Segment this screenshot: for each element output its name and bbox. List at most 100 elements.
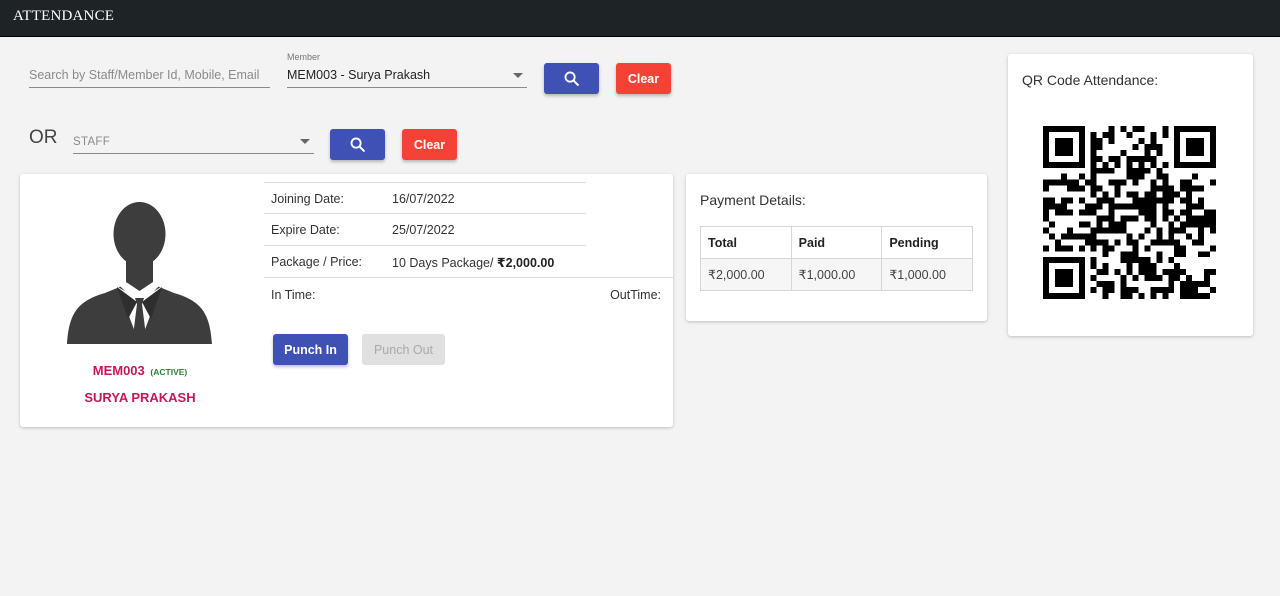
- joining-date-row: Joining Date: 16/07/2022: [264, 182, 586, 214]
- qr-module: [1132, 257, 1139, 264]
- qr-module: [1144, 263, 1151, 270]
- qr-module: [1156, 227, 1163, 234]
- member-select-value: MEM003 - Surya Prakash: [287, 68, 431, 82]
- qr-module: [1120, 221, 1127, 228]
- qr-module: [1132, 245, 1139, 252]
- status-badge: (ACTIVE): [150, 367, 188, 377]
- search-input[interactable]: Search by Staff/Member Id, Mobile, Email: [29, 64, 270, 88]
- qr-module: [1120, 227, 1127, 234]
- paid-header: Paid: [790, 226, 883, 259]
- qr-module: [1138, 203, 1145, 210]
- punch-out-button[interactable]: Punch Out: [362, 334, 445, 365]
- qr-module: [1210, 161, 1216, 168]
- qr-module: [1150, 263, 1157, 270]
- qr-module: [1043, 257, 1049, 264]
- qr-module: [1150, 143, 1157, 150]
- member-search-button[interactable]: [544, 63, 599, 94]
- qr-module: [1120, 287, 1127, 294]
- qr-module: [1108, 203, 1115, 210]
- qr-module: [1186, 126, 1193, 132]
- qr-module: [1096, 203, 1103, 210]
- qr-module: [1198, 143, 1205, 150]
- payment-table: Total Paid Pending ₹2,000.00 ₹1,000.00 ₹…: [700, 226, 973, 291]
- qr-module: [1156, 287, 1163, 294]
- qr-module: [1150, 293, 1157, 299]
- qr-module: [1043, 197, 1049, 204]
- qr-module: [1198, 239, 1205, 246]
- qr-module: [1168, 269, 1175, 276]
- qr-module: [1054, 269, 1061, 276]
- qr-module: [1174, 137, 1181, 144]
- qr-module: [1066, 245, 1073, 252]
- qr-module: [1126, 269, 1133, 276]
- qr-module: [1078, 161, 1085, 168]
- qr-module: [1174, 126, 1181, 132]
- qr-module: [1102, 263, 1109, 270]
- qr-module: [1102, 191, 1109, 198]
- punch-in-button[interactable]: Punch In: [273, 334, 348, 365]
- qr-module: [1180, 269, 1187, 276]
- qr-module: [1210, 227, 1216, 234]
- member-select[interactable]: Member MEM003 - Surya Prakash: [287, 52, 527, 88]
- payment-header-row: Total Paid Pending: [700, 226, 973, 259]
- page-title: ATTENDANCE: [13, 8, 115, 24]
- staff-search-button[interactable]: [330, 129, 385, 160]
- qr-module: [1096, 197, 1103, 204]
- qr-module: [1054, 137, 1061, 144]
- qr-module: [1114, 221, 1121, 228]
- qr-module: [1186, 179, 1193, 186]
- qr-module: [1078, 185, 1085, 192]
- qr-module: [1150, 203, 1157, 210]
- qr-title: QR Code Attendance:: [1022, 72, 1159, 88]
- qr-module: [1180, 281, 1187, 288]
- qr-module: [1078, 173, 1085, 180]
- qr-module: [1204, 269, 1211, 276]
- qr-module: [1078, 126, 1085, 132]
- qr-module: [1198, 227, 1205, 234]
- qr-module: [1054, 126, 1061, 132]
- qr-module: [1048, 197, 1055, 204]
- qr-module: [1066, 126, 1073, 132]
- expire-date-label: Expire Date:: [271, 223, 340, 237]
- qr-module: [1043, 287, 1049, 294]
- qr-module: [1090, 209, 1097, 216]
- qr-module: [1066, 161, 1073, 168]
- qr-module: [1048, 221, 1055, 228]
- member-name: SURYA PRAKASH: [84, 390, 196, 405]
- qr-module: [1180, 287, 1187, 294]
- qr-module: [1192, 185, 1199, 192]
- qr-module: [1210, 269, 1216, 276]
- chevron-down-icon[interactable]: [513, 73, 523, 78]
- qr-module: [1048, 257, 1055, 264]
- qr-module: [1090, 203, 1097, 210]
- qr-module: [1084, 203, 1091, 210]
- qr-module: [1078, 287, 1085, 294]
- qr-module: [1054, 281, 1061, 288]
- qr-module: [1078, 149, 1085, 156]
- qr-module: [1066, 257, 1073, 264]
- qr-module: [1126, 293, 1133, 299]
- chevron-down-icon[interactable]: [300, 139, 310, 144]
- qr-module: [1090, 173, 1097, 180]
- staff-clear-button[interactable]: Clear: [402, 129, 457, 160]
- qr-module: [1156, 167, 1163, 174]
- qr-module: [1138, 137, 1145, 144]
- member-clear-button[interactable]: Clear: [616, 63, 671, 94]
- user-avatar-icon: [67, 202, 212, 344]
- qr-module: [1204, 215, 1211, 222]
- qr-module: [1090, 185, 1097, 192]
- qr-module: [1102, 269, 1109, 276]
- qr-module: [1090, 227, 1097, 234]
- qr-module: [1150, 215, 1157, 222]
- qr-module: [1210, 179, 1216, 186]
- qr-module: [1054, 149, 1061, 156]
- qr-module: [1174, 239, 1181, 246]
- qr-module: [1054, 245, 1061, 252]
- qr-module: [1090, 149, 1097, 156]
- qr-module: [1054, 293, 1061, 299]
- staff-select[interactable]: STAFF: [73, 130, 314, 154]
- qr-module: [1186, 197, 1193, 204]
- qr-module: [1054, 239, 1061, 246]
- qr-module: [1150, 161, 1157, 168]
- qr-module: [1186, 161, 1193, 168]
